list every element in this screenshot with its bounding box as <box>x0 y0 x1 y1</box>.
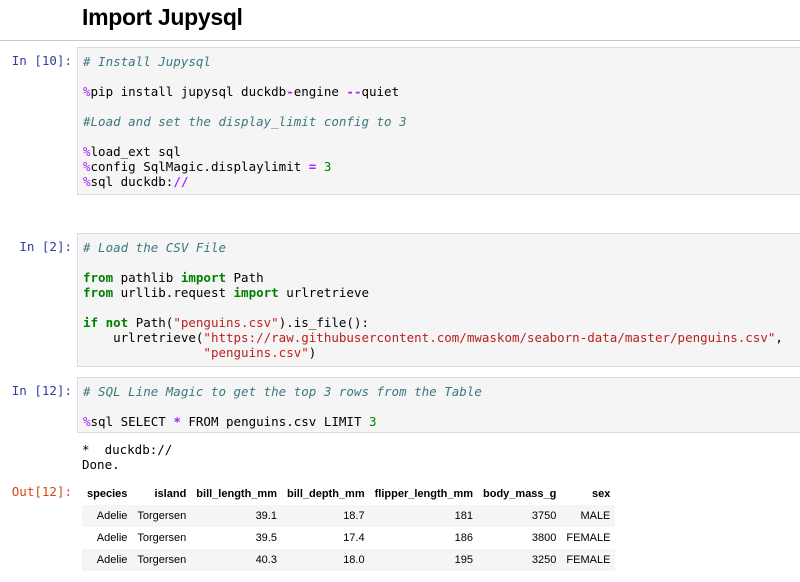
table-cell: 195 <box>454 554 474 566</box>
table-cell: 39.5 <box>255 532 277 544</box>
column-header: sex <box>592 488 611 500</box>
code-line: %sql SELECT * FROM penguins.csv LIMIT 3 <box>83 414 377 429</box>
column-header: island <box>154 488 187 500</box>
table-cell: MALE <box>580 510 611 522</box>
table-cell: Adelie <box>96 532 128 544</box>
code-line: #Load and set the display_limit config t… <box>83 114 407 129</box>
stdout-line: * duckdb:// <box>82 442 173 457</box>
table-cell: 18.7 <box>343 510 365 522</box>
table-cell: Torgersen <box>137 532 187 544</box>
code-cell-1[interactable]: # Install Jupysql %pip install jupysql d… <box>77 47 800 195</box>
column-header: bill_length_mm <box>196 488 277 500</box>
table-cell: 39.1 <box>255 510 277 522</box>
table-cell: FEMALE <box>566 532 611 544</box>
table-cell: Torgersen <box>137 510 187 522</box>
column-header: species <box>87 488 128 500</box>
code-line: # Install Jupysql <box>83 54 211 69</box>
column-header: flipper_length_mm <box>374 488 474 500</box>
page-title: Import Jupysql <box>82 4 243 30</box>
table-row: Adelie Torgersen 39.1 18.7 181 3750 MALE <box>82 505 616 527</box>
output-prompt: Out[12]: <box>11 484 72 499</box>
title-divider <box>0 40 800 41</box>
stdout-line: Done. <box>82 457 120 472</box>
code-line: from urllib.request import urlretrieve <box>83 285 369 300</box>
code-line: %config SqlMagic.displaylimit = 3 <box>83 159 332 174</box>
code-line: %sql duckdb:// <box>83 174 189 189</box>
cell-1-prompt: In [10]: <box>11 53 72 68</box>
table-cell: 3800 <box>531 532 557 544</box>
table-header-row: species island bill_length_mm bill_depth… <box>82 483 615 505</box>
code-cell-2[interactable]: # Load the CSV File from pathlib import … <box>77 233 800 367</box>
code-line: # Load the CSV File <box>83 240 226 255</box>
cell-2-prompt: In [2]: <box>19 239 72 254</box>
table-cell: 17.4 <box>343 532 365 544</box>
table-cell: 186 <box>454 532 474 544</box>
column-header: bill_depth_mm <box>286 488 365 500</box>
output-table: species island bill_length_mm bill_depth… <box>82 483 616 571</box>
table-row: Adelie Torgersen 40.3 18.0 195 3250 FEMA… <box>82 549 616 571</box>
code-line: urlretrieve("https://raw.githubuserconte… <box>83 330 783 345</box>
code-line: "penguins.csv") <box>203 345 317 360</box>
code-line: # SQL Line Magic to get the top 3 rows f… <box>83 384 482 399</box>
table-cell: 3750 <box>531 510 557 522</box>
column-header: body_mass_g <box>483 488 557 500</box>
code-line: %load_ext sql <box>83 144 181 159</box>
code-cell-3[interactable]: # SQL Line Magic to get the top 3 rows f… <box>77 377 800 433</box>
table-row: Adelie Torgersen 39.5 17.4 186 3800 FEMA… <box>82 527 616 549</box>
code-line: from pathlib import Path <box>83 270 264 285</box>
cell-3-prompt: In [12]: <box>11 383 72 398</box>
table-cell: FEMALE <box>566 554 611 566</box>
code-line: if not Path("penguins.csv").is_file(): <box>83 315 369 330</box>
table-cell: 40.3 <box>255 554 277 566</box>
table-cell: Torgersen <box>137 554 187 566</box>
table-cell: Adelie <box>96 554 128 566</box>
table-cell: Adelie <box>96 510 128 522</box>
code-line: %pip install jupysql duckdb-engine --qui… <box>83 84 400 99</box>
table-cell: 3250 <box>531 554 557 566</box>
table-cell: 181 <box>454 510 474 522</box>
table-cell: 18.0 <box>343 554 365 566</box>
